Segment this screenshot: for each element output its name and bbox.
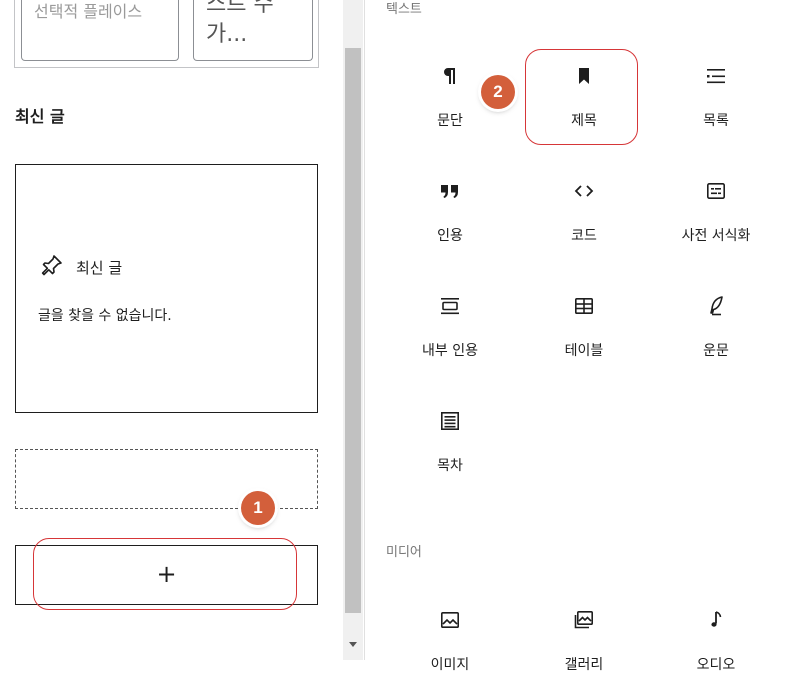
block-item-quote[interactable]: 인용 — [384, 157, 516, 261]
table-icon — [572, 294, 596, 318]
table-of-contents-icon — [438, 409, 462, 433]
search-button-text-1: 스트 수 — [206, 0, 274, 17]
block-item-code[interactable]: 코드 — [518, 157, 650, 261]
block-label: 이미지 — [430, 657, 470, 673]
block-label: 목록 — [703, 113, 729, 129]
gallery-icon — [572, 608, 596, 632]
block-label: 인용 — [437, 228, 463, 244]
block-item-preformatted[interactable]: 사전 서식화 — [650, 157, 782, 261]
image-icon — [438, 608, 462, 632]
highlight-ring-heading — [525, 49, 638, 145]
block-label: 오디오 — [696, 657, 736, 673]
scroll-down-arrow-icon[interactable] — [347, 635, 359, 647]
block-item-table-of-contents[interactable]: 목차 — [384, 387, 516, 491]
scrollbar-thumb[interactable] — [345, 48, 361, 613]
annotation-badge-1: 1 — [241, 491, 275, 525]
highlight-ring-add — [33, 538, 297, 610]
block-inserter: 텍스트 문단 제목 목록 인용 코드 사전 서식화 내부 인용 테이블 운문 목… — [366, 0, 790, 673]
block-item-gallery[interactable]: 갤러리 — [518, 586, 650, 690]
block-item-audio[interactable]: 오디오 — [650, 586, 782, 690]
search-input-preview[interactable]: 선택적 플레이스 — [21, 0, 179, 61]
editor-canvas: 선택적 플레이스 스트 수 가... 최신 글 최신 글 글을 찾을 수 없습니… — [0, 0, 343, 660]
section-title: 최신 글 — [15, 107, 65, 126]
empty-message: 글을 찾을 수 없습니다. — [38, 308, 172, 324]
panel-divider — [364, 0, 365, 660]
block-label: 목차 — [437, 458, 463, 474]
search-button-preview[interactable]: 스트 수 가... — [193, 0, 313, 61]
block-label: 내부 인용 — [422, 343, 478, 359]
block-label: 코드 — [571, 228, 597, 244]
block-item-pullquote[interactable]: 내부 인용 — [384, 272, 516, 376]
search-placeholder-text: 선택적 플레이스 — [34, 2, 143, 21]
audio-icon — [704, 608, 728, 632]
block-label: 운문 — [703, 343, 729, 359]
block-label: 테이블 — [564, 343, 604, 359]
latest-posts-title: 최신 글 — [76, 259, 123, 277]
pin-icon — [40, 253, 64, 277]
block-item-table[interactable]: 테이블 — [518, 272, 650, 376]
latest-posts-block[interactable]: 최신 글 글을 찾을 수 없습니다. — [15, 164, 318, 413]
paragraph-icon — [438, 64, 462, 88]
block-item-list[interactable]: 목록 — [650, 42, 782, 146]
block-label: 갤러리 — [564, 657, 604, 673]
pullquote-icon — [438, 294, 462, 318]
list-icon — [704, 64, 728, 88]
block-item-verse[interactable]: 운문 — [650, 272, 782, 376]
category-media-label: 미디어 — [386, 545, 422, 560]
block-label: 사전 서식화 — [681, 228, 751, 244]
category-text-label: 텍스트 — [386, 2, 422, 17]
block-item-image[interactable]: 이미지 — [384, 586, 516, 690]
verse-icon — [704, 294, 728, 318]
search-button-text-2: 가... — [206, 22, 248, 47]
annotation-badge-2: 2 — [481, 75, 515, 109]
code-icon — [572, 179, 596, 203]
preformatted-icon — [704, 179, 728, 203]
block-label: 문단 — [437, 113, 463, 129]
quote-icon — [438, 179, 462, 203]
